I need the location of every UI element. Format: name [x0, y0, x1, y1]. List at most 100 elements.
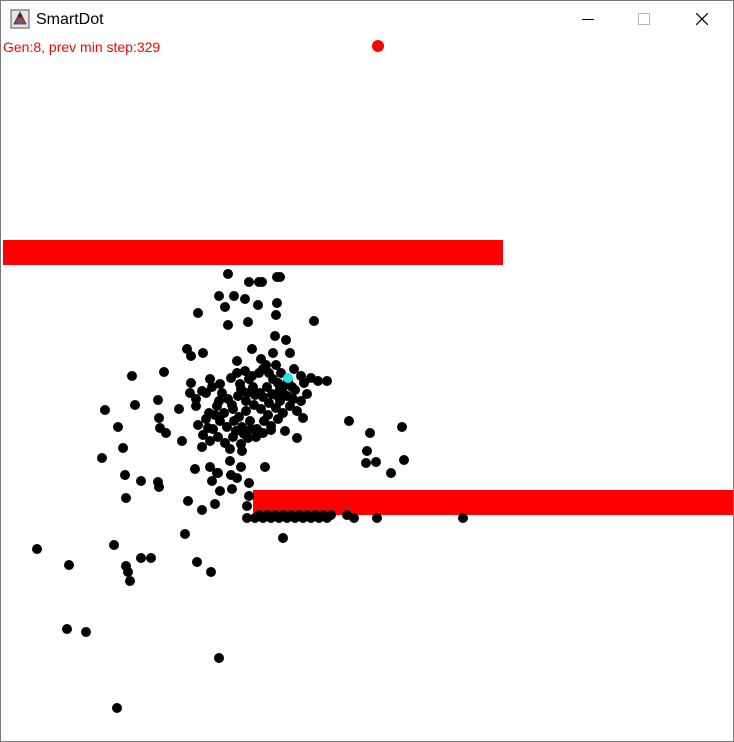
population-dot [120, 470, 130, 480]
population-dot [278, 533, 288, 543]
population-dot [183, 496, 193, 506]
population-dot [130, 400, 140, 410]
population-dot [197, 505, 207, 515]
simulation-scene [3, 40, 733, 713]
population-dot [281, 335, 291, 345]
population-dot [253, 300, 263, 310]
population-dot [246, 424, 256, 434]
population-dot [309, 316, 319, 326]
population-dot [237, 446, 247, 456]
population-dot [292, 433, 302, 443]
population-dot [109, 540, 119, 550]
population-dot [193, 308, 203, 318]
population-dot [244, 491, 254, 501]
population-dot [272, 298, 282, 308]
population-dot [371, 457, 381, 467]
population-dot [225, 456, 235, 466]
population-dot [180, 529, 190, 539]
population-dot [215, 486, 225, 496]
population-dot [113, 422, 123, 432]
population-dot [280, 426, 290, 436]
population-dot [112, 703, 122, 713]
population-dot [271, 310, 281, 320]
population-dot [288, 394, 298, 404]
population-dot [243, 317, 253, 327]
population-dot [227, 484, 237, 494]
population-dot [244, 374, 254, 384]
population-dot [260, 462, 270, 472]
population-dot [81, 627, 91, 637]
population-dot [236, 462, 246, 472]
population-dot [241, 406, 251, 416]
population-dot [118, 443, 128, 453]
population-dot [232, 356, 242, 366]
population-dot [153, 395, 163, 405]
smartdot-window: SmartDot Gen:8, prev min step:329 [0, 0, 734, 742]
population-dot [193, 420, 203, 430]
population-dot [372, 513, 382, 523]
population-dot [275, 272, 285, 282]
population-dot [236, 384, 246, 394]
population-dot [190, 464, 200, 474]
population-dot [232, 473, 242, 483]
population-dot [223, 320, 233, 330]
population-dot [257, 277, 267, 287]
population-dot [268, 348, 278, 358]
population-dot [161, 428, 171, 438]
population-dot [247, 344, 257, 354]
population-dot [302, 389, 312, 399]
population-dot [399, 455, 409, 465]
population-dot [203, 423, 213, 433]
population-dot [192, 557, 202, 567]
population-dot [64, 560, 74, 570]
population-dot [365, 428, 375, 438]
population-dot [97, 453, 107, 463]
population-dot [186, 378, 196, 388]
population-dot [206, 567, 216, 577]
population-dot [136, 553, 146, 563]
population-dot [361, 458, 371, 468]
population-dot [240, 294, 250, 304]
population-dot [212, 468, 222, 478]
population-dot [458, 513, 468, 523]
population-dot [207, 382, 217, 392]
population-dot [322, 513, 332, 523]
population-dot [225, 444, 235, 454]
population-dot [214, 653, 224, 663]
population-dot [242, 501, 252, 511]
population-dot [214, 291, 224, 301]
population-dot [264, 398, 274, 408]
population-dot [270, 331, 280, 341]
population-dot [100, 405, 110, 415]
population-dot [220, 302, 230, 312]
population-dot [386, 468, 396, 478]
population-dot [32, 544, 42, 554]
population-dot [210, 499, 220, 509]
population-dot [127, 371, 137, 381]
goal-dot [372, 40, 384, 52]
population-dot [271, 390, 281, 400]
population-dot [197, 442, 207, 452]
population-dot [344, 416, 354, 426]
population-dot [154, 482, 164, 492]
population-dot [266, 425, 276, 435]
population-dot [285, 348, 295, 358]
population-dot [227, 400, 237, 410]
population-dot [201, 414, 211, 424]
generation-status: Gen:8, prev min step:329 [3, 39, 161, 55]
population-dot [229, 416, 239, 426]
population-dot [349, 513, 359, 523]
population-dot [154, 413, 164, 423]
population-dot [229, 291, 239, 301]
population-dot [177, 436, 187, 446]
population-dot [298, 413, 308, 423]
population-dot [223, 269, 233, 279]
population-dot [397, 422, 407, 432]
population-dot [244, 277, 254, 287]
population-dot [136, 476, 146, 486]
population-dot [186, 351, 196, 361]
population-dot [146, 553, 156, 563]
population-dot [198, 348, 208, 358]
population-dot [174, 404, 184, 414]
population-dot [123, 567, 133, 577]
